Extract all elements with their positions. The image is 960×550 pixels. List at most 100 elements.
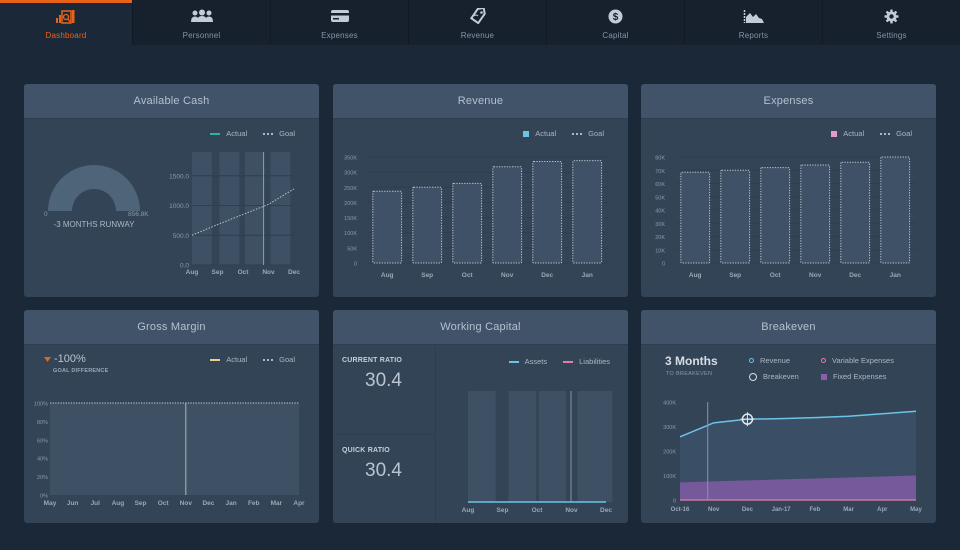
breakeven-chart: 0 100K 200K 300K 400K Oct-16 Nov Dec Jan-17 Feb Ma… (663, 401, 922, 514)
nav-tab-capital[interactable]: $ Capital (547, 0, 685, 45)
gear-icon (884, 8, 899, 24)
people-icon (190, 8, 214, 24)
card-title: Expenses (641, 84, 936, 119)
x-tick-label: Jan (582, 272, 593, 279)
x-tick-label: Sep (729, 272, 741, 279)
goal-bar (760, 167, 791, 264)
y-tick-label: 10K (655, 248, 665, 254)
y-tick-label: 400K (663, 401, 676, 407)
revenue-card: Revenue Actual Goal 0 50K 100K 150K 200K 250K… (333, 84, 628, 297)
card-title: Breakeven (641, 310, 936, 345)
nav-label: Settings (876, 31, 907, 40)
nav-label: Expenses (321, 31, 358, 40)
nav-tab-settings[interactable]: Settings (823, 0, 960, 45)
goal-bar (412, 186, 443, 264)
available-cash-chart: 0.0500.01000.01500.0Aug Sep Oct Nov Dec (169, 152, 300, 276)
x-tick-label: Nov (501, 272, 514, 279)
chart-band (270, 152, 291, 265)
y-tick-label: 20K (655, 235, 665, 241)
x-tick-label: Oct (462, 272, 474, 279)
x-tick-label: Jun (67, 500, 79, 507)
y-tick-label: 30K (655, 222, 665, 228)
x-tick-label: Nov (708, 507, 720, 513)
goal-bar (680, 171, 711, 264)
nav-label: Reports (738, 31, 769, 40)
y-tick-label: 300K (663, 425, 676, 431)
y-tick-label: 80% (37, 420, 48, 426)
y-tick-label: 0 (673, 499, 676, 505)
chart-band (585, 391, 613, 502)
x-tick-label: Jan (890, 272, 901, 279)
goal-bar (452, 182, 483, 264)
chart-band (245, 152, 265, 265)
x-tick-label: Dec (288, 269, 300, 276)
nav-tab-dashboard[interactable]: Dashboard (0, 0, 133, 45)
y-tick-label: 100K (663, 474, 676, 480)
x-tick-label: Mar (843, 507, 854, 513)
y-tick-label: 150K (344, 216, 357, 222)
y-tick-label: 500.0 (173, 233, 190, 240)
gross-margin-card: Gross Margin -100% GOAL DIFFERENCE Actua… (24, 310, 319, 523)
y-tick-label: 70K (655, 169, 665, 175)
y-tick-label: 100% (34, 402, 48, 408)
svg-text:$: $ (613, 12, 619, 23)
y-tick-label: 0 (662, 262, 665, 268)
revenue-chart: 0 50K 100K 150K 200K 250K 300K 350K Aug Sep Oct Nov… (344, 156, 608, 279)
credit-card-icon (330, 8, 350, 24)
x-tick-label: Aug (689, 272, 702, 279)
y-tick-label: 80K (655, 156, 665, 162)
y-tick-label: 0 (354, 262, 357, 268)
x-tick-label: Dec (849, 272, 861, 279)
goal-bar (840, 161, 871, 264)
goal-bar (800, 164, 831, 264)
x-tick-label: Dec (742, 507, 754, 513)
x-tick-label: Aug (462, 507, 475, 514)
x-tick-label: Nov (180, 500, 193, 507)
x-tick-label: Sep (497, 507, 509, 514)
x-tick-label: Aug (112, 500, 125, 507)
x-tick-label: Sep (135, 500, 147, 507)
x-tick-label: Sep (212, 269, 224, 276)
card-title: Revenue (333, 84, 628, 119)
x-tick-label: Jan-17 (772, 507, 792, 513)
x-tick-label: Feb (810, 507, 821, 513)
x-tick-label: May (44, 500, 57, 507)
chart-band (468, 391, 496, 502)
nav-tab-personnel[interactable]: Personnel (133, 0, 271, 45)
dashboard-icon (55, 8, 77, 24)
x-tick-label: Oct-16 (671, 507, 690, 513)
x-tick-label: Nov (262, 269, 275, 276)
y-tick-label: 1500.0 (169, 173, 189, 180)
top-nav: Dashboard Personnel Expenses Revenue $ C… (0, 0, 960, 45)
x-tick-label: Sep (421, 272, 433, 279)
x-tick-label: Dec (541, 272, 553, 279)
nav-label: Capital (602, 31, 629, 40)
chart-band (508, 391, 537, 502)
x-tick-label: Apr (877, 507, 888, 513)
chart-band (219, 152, 240, 265)
goal-bar (492, 166, 523, 264)
y-tick-label: 200K (663, 450, 676, 456)
nav-tab-expenses[interactable]: Expenses (271, 0, 409, 45)
working-capital-card: Working Capital CURRENT RATIO 30.4 QUICK… (333, 310, 628, 523)
nav-label: Dashboard (45, 31, 87, 40)
y-tick-label: 350K (344, 156, 357, 162)
breakeven-card: Breakeven 3 Months TO BREAKEVEN Revenue … (641, 310, 936, 523)
x-tick-label: Oct (158, 500, 170, 507)
x-tick-label: Jan (225, 500, 236, 507)
chart-band (192, 152, 212, 265)
nav-tab-reports[interactable]: Reports (685, 0, 823, 45)
nav-label: Personnel (182, 31, 221, 40)
x-tick-label: Oct (770, 272, 782, 279)
card-title: Working Capital (333, 310, 628, 345)
x-tick-label: Apr (293, 500, 305, 507)
x-tick-label: Jul (91, 500, 101, 507)
card-title: Available Cash (24, 84, 319, 119)
chart-band (539, 391, 566, 502)
x-tick-label: Nov (809, 272, 822, 279)
goal-bar (372, 190, 403, 264)
nav-tab-revenue[interactable]: Revenue (409, 0, 547, 45)
nav-label: Revenue (460, 31, 495, 40)
y-tick-label: 250K (344, 186, 357, 192)
x-tick-label: Feb (248, 500, 260, 507)
